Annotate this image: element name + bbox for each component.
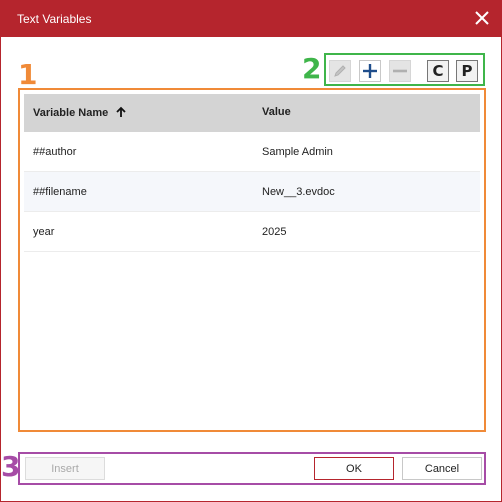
column-header-variable-name[interactable]: Variable Name <box>33 106 127 119</box>
column-header-value[interactable]: Value <box>262 106 291 118</box>
text-variables-dialog: Text Variables 1 2 3 C P Variable Name V… <box>0 0 502 502</box>
pencil-icon <box>334 65 346 77</box>
insert-button[interactable]: Insert <box>25 457 105 480</box>
copy-button[interactable]: C <box>427 60 449 82</box>
table-row[interactable]: year 2025 <box>24 212 480 252</box>
variable-name-cell: ##filename <box>33 186 87 198</box>
variables-table: Variable Name Value ##author Sample Admi… <box>24 94 480 426</box>
table-header: Variable Name Value <box>24 94 480 132</box>
variables-table-frame: Variable Name Value ##author Sample Admi… <box>18 88 486 432</box>
table-row[interactable]: ##author Sample Admin <box>24 132 480 172</box>
variable-value-cell: New__3.evdoc <box>262 186 335 198</box>
minus-icon <box>393 69 407 73</box>
dialog-title: Text Variables <box>17 12 92 26</box>
toolbar: C P <box>324 53 485 86</box>
arrow-up-icon <box>116 106 126 117</box>
cancel-button[interactable]: Cancel <box>402 457 482 480</box>
annotation-1: 1 <box>18 58 38 91</box>
plus-icon <box>363 64 377 78</box>
add-button[interactable] <box>359 60 381 82</box>
variable-name-cell: year <box>33 226 55 238</box>
annotation-2: 2 <box>302 52 322 85</box>
paste-button[interactable]: P <box>456 60 478 82</box>
variable-value-cell: 2025 <box>262 226 287 238</box>
footer-buttons: Insert OK Cancel <box>18 452 486 485</box>
variable-name-cell: ##author <box>33 146 77 158</box>
remove-button[interactable] <box>389 60 411 82</box>
title-bar: Text Variables <box>1 1 501 37</box>
table-row[interactable]: ##filename New__3.evdoc <box>24 172 480 212</box>
variable-value-cell: Sample Admin <box>262 146 333 158</box>
ok-button[interactable]: OK <box>314 457 394 480</box>
close-icon[interactable] <box>471 7 493 29</box>
column-header-label: Variable Name <box>33 107 109 119</box>
edit-button[interactable] <box>329 60 351 82</box>
